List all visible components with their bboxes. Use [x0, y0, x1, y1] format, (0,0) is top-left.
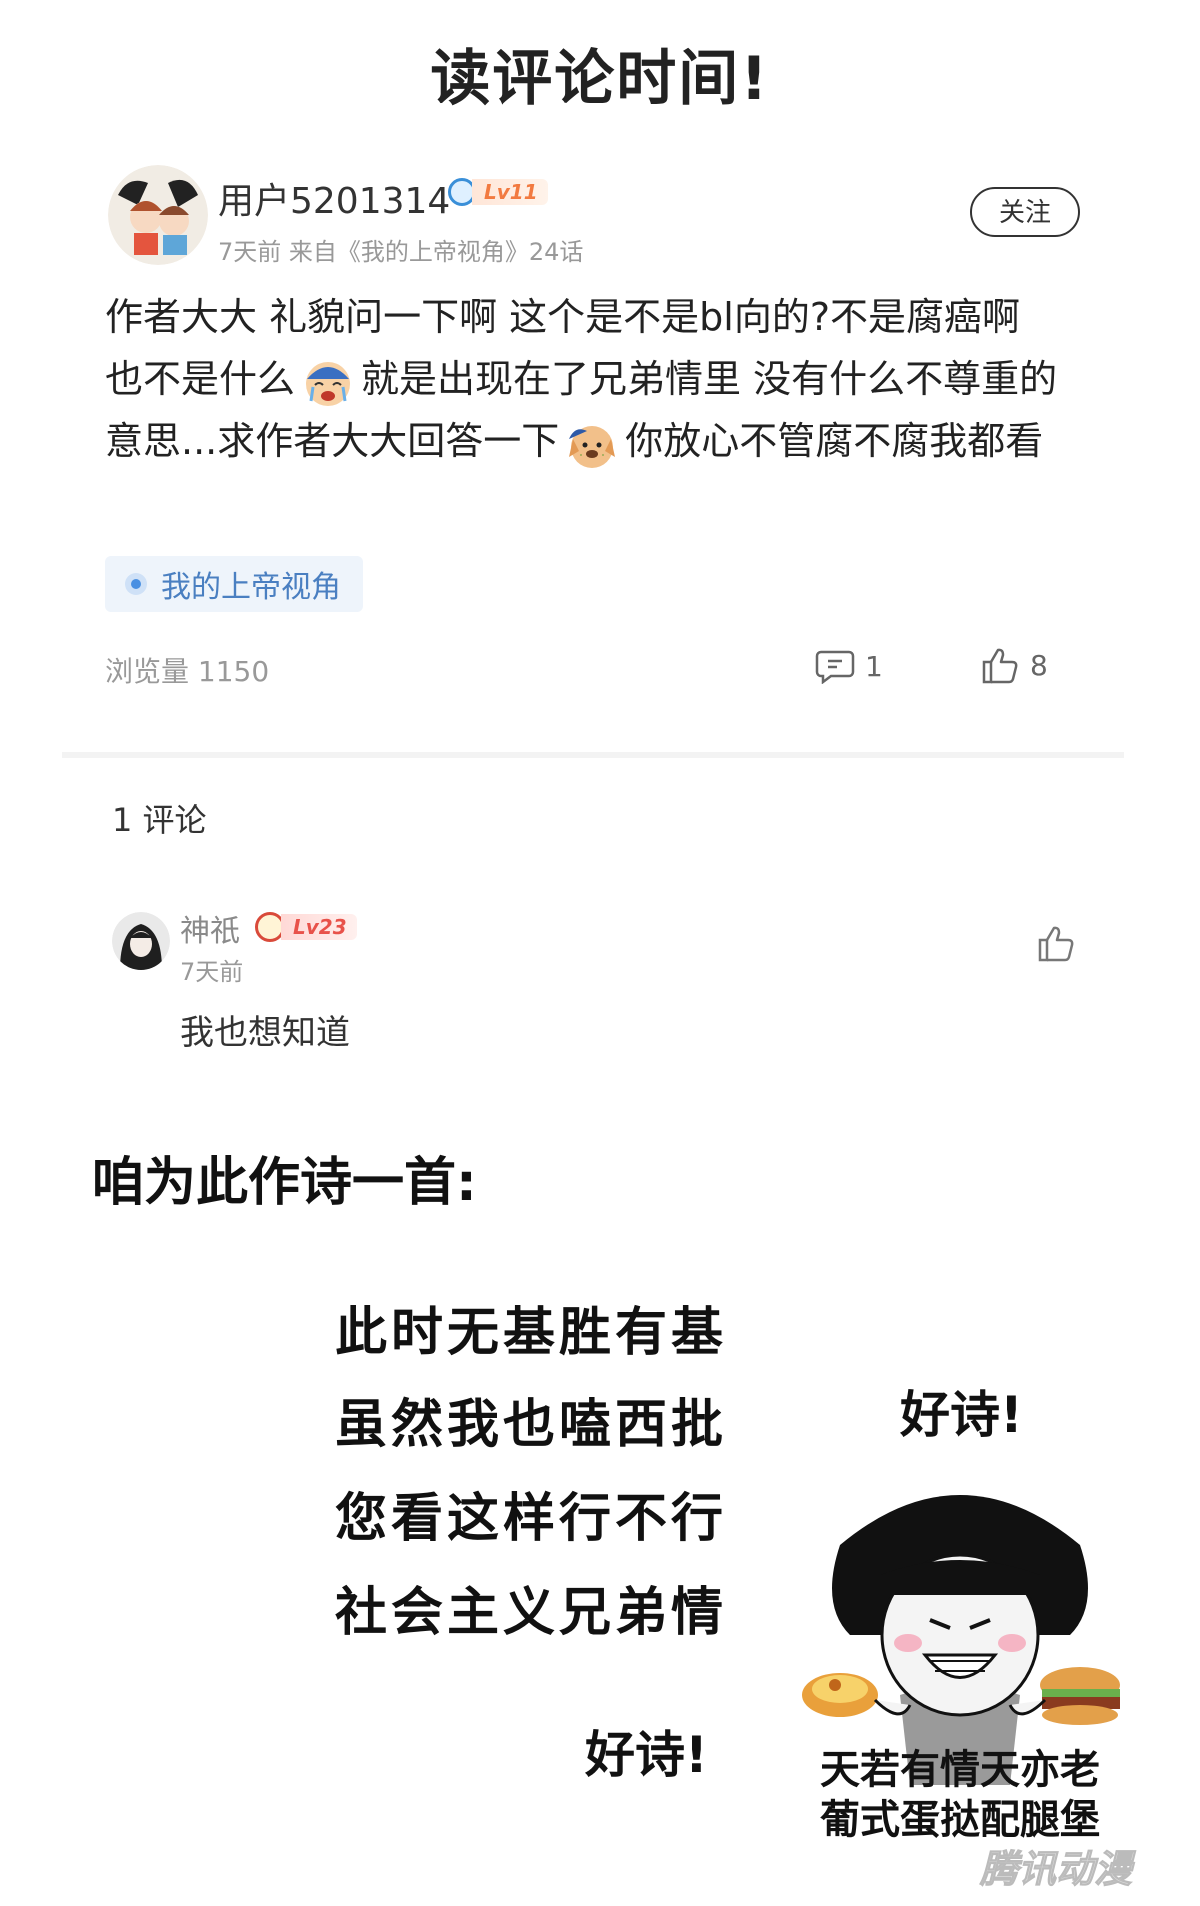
post-text-part-3: 你放心不管腐不腐我都看	[625, 419, 1044, 463]
topic-dot-icon	[125, 573, 147, 595]
view-count: 浏览量 1150	[105, 655, 270, 688]
comment-like-button[interactable]	[1036, 924, 1076, 966]
good-poem-text: 好诗!	[900, 1386, 1023, 1444]
commenter-avatar[interactable]	[112, 912, 170, 970]
comment-time: 7天前	[180, 958, 244, 986]
comment-text: 我也想知道	[180, 1013, 350, 1053]
meme-caption-1: 天若有情天亦老	[820, 1747, 1100, 1793]
poem-line: 您看这样行不行	[335, 1489, 728, 1549]
comments-header: 1 评论	[112, 801, 207, 839]
like-button[interactable]: 8	[980, 646, 1048, 684]
dog-emoji-icon	[565, 417, 619, 471]
good-poem-text: 好诗!	[585, 1726, 708, 1784]
comment-button[interactable]: 1	[815, 648, 883, 684]
comment-icon	[815, 650, 855, 684]
follow-button[interactable]: 关注	[970, 187, 1080, 237]
level-badge: Lv11	[448, 178, 548, 206]
poem-intro: 咱为此作诗一首:	[92, 1153, 477, 1213]
page-title: 读评论时间!	[430, 44, 770, 114]
username[interactable]: 用户5201314	[218, 172, 450, 224]
section-divider	[62, 752, 1124, 758]
like-count-label: 8	[1030, 648, 1048, 682]
poem-line: 社会主义兄弟情	[335, 1583, 728, 1643]
commenter-level-badge: Lv23	[255, 912, 357, 942]
topic-label: 我的上帝视角	[161, 570, 341, 605]
thumbs-up-icon	[982, 648, 1018, 684]
thumbs-up-icon	[1038, 926, 1074, 962]
watermark: 腾讯动漫	[979, 1847, 1133, 1892]
comment-count-label: 1	[865, 649, 883, 683]
poem-line: 此时无基胜有基	[335, 1303, 728, 1363]
poem-line: 虽然我也嗑西批	[335, 1395, 728, 1455]
topic-tag[interactable]: 我的上帝视角	[105, 556, 363, 612]
avatar[interactable]	[108, 165, 208, 265]
crying-emoji-icon	[301, 355, 355, 409]
commenter-name[interactable]: 神祇	[180, 906, 240, 950]
post-meta: 7天前 来自《我的上帝视角》24话	[218, 238, 584, 266]
post-body: 作者大大 礼貌问一下啊 这个是不是bl向的?不是腐癌啊 也不是什么 就是出现在了兄…	[105, 286, 1065, 472]
